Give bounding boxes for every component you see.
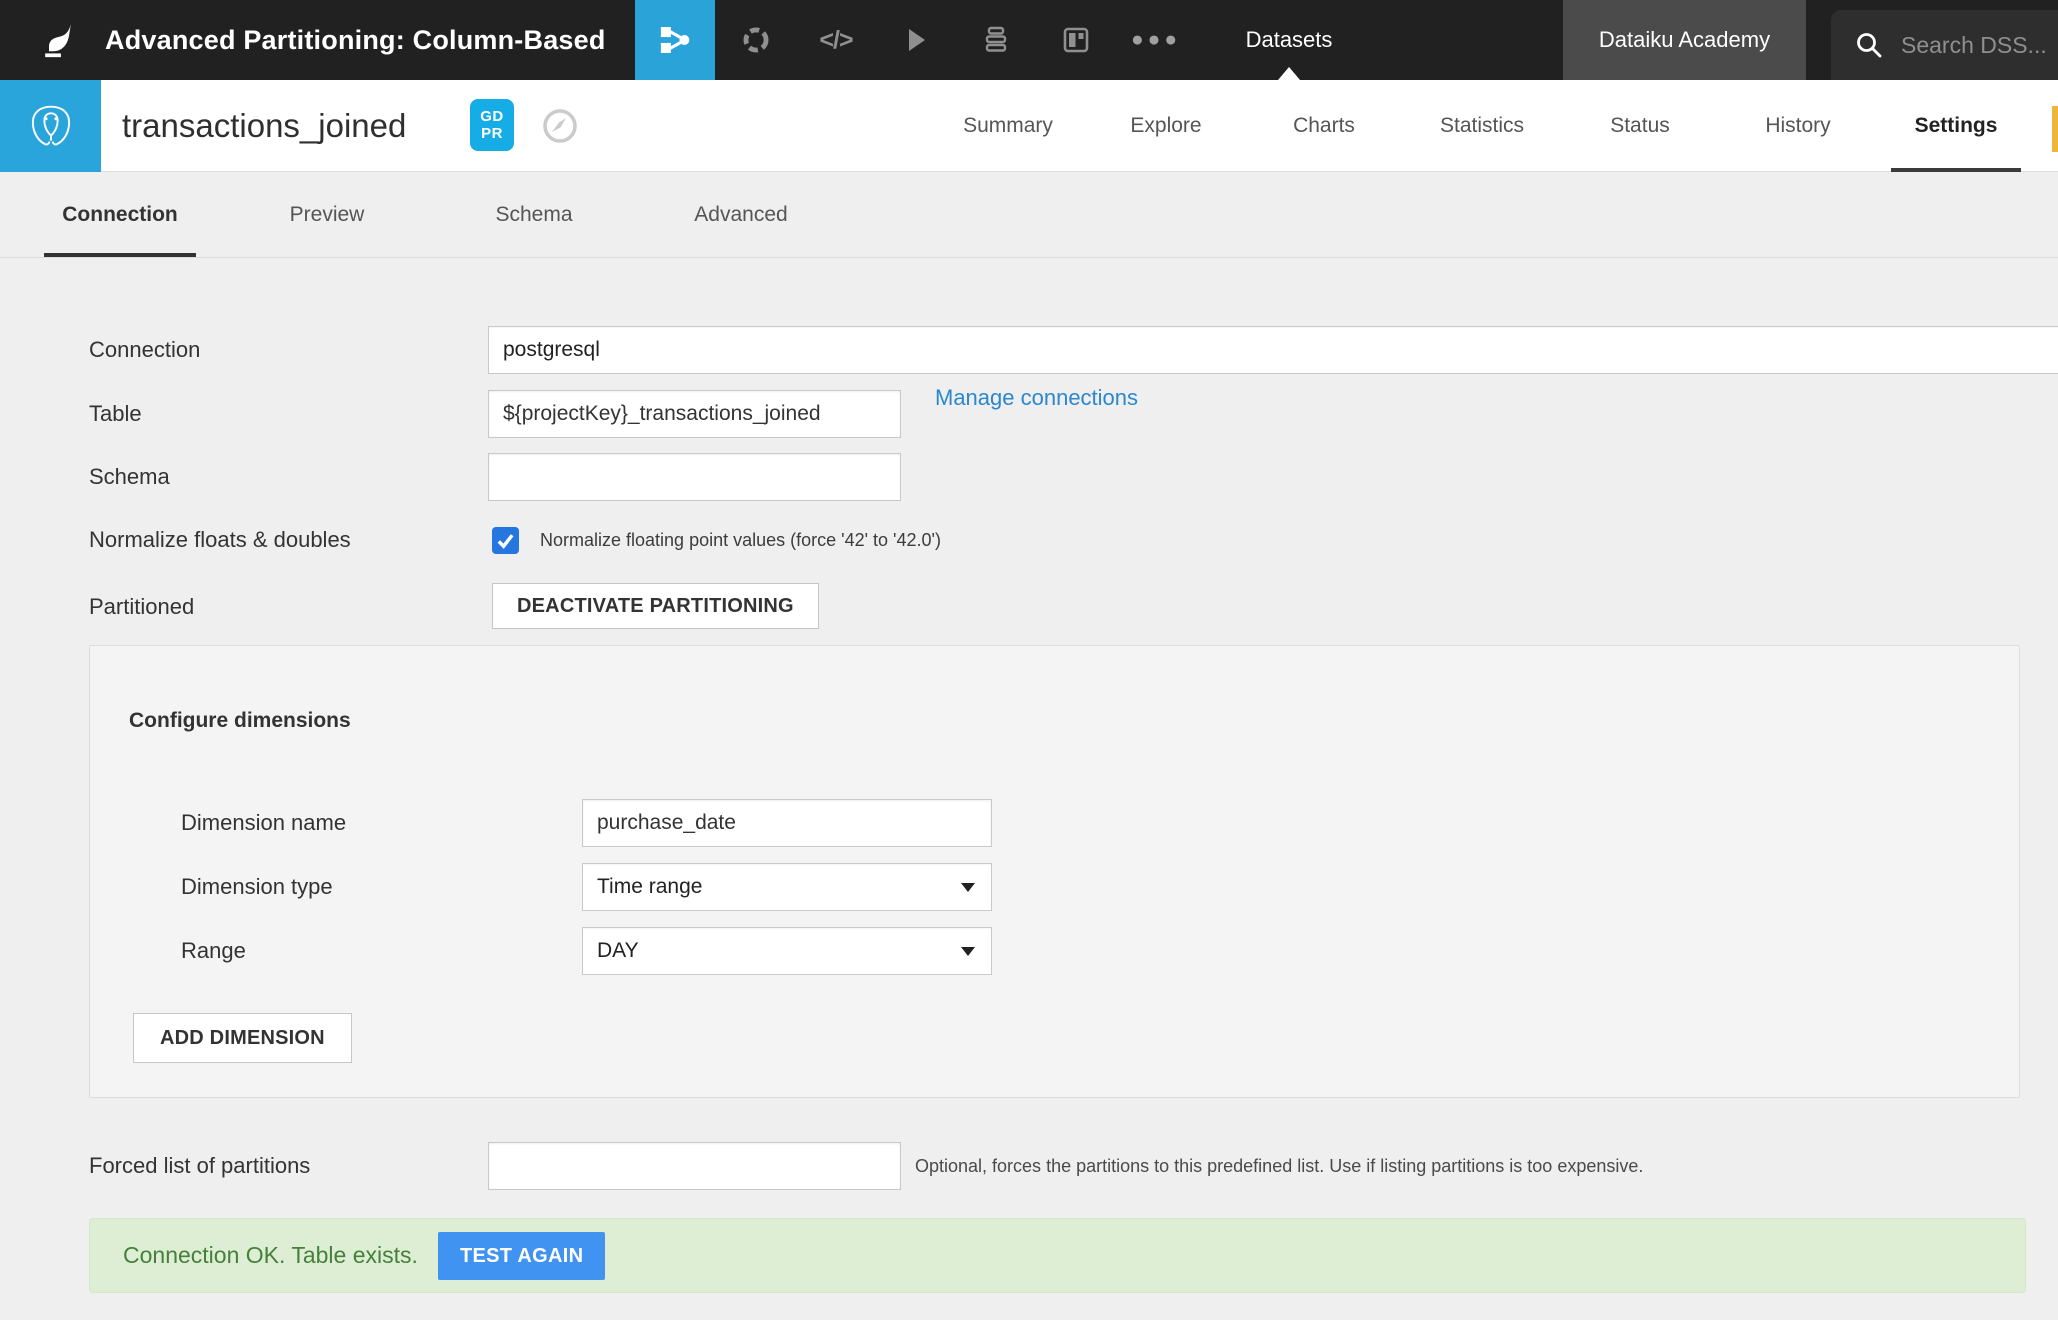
dashboard-icon-button[interactable] [1050, 0, 1102, 80]
normalize-row: Normalize floats & doubles Normalize flo… [0, 516, 2058, 564]
gdpr-badge: GD PR [470, 99, 514, 151]
tab-status[interactable]: Status [1575, 80, 1705, 172]
lab-rotor-icon-button[interactable] [730, 0, 782, 80]
play-icon [909, 29, 925, 51]
connection-settings-panel: Connection postgresql Manage connections… [0, 258, 2058, 1320]
range-label: Range [181, 938, 246, 963]
caret-down-icon [961, 947, 975, 956]
flow-icon [660, 27, 690, 53]
settings-subtabs: Connection Preview Schema Advanced [0, 172, 2058, 258]
navigator-button[interactable] [538, 104, 582, 148]
code-icon: </> [819, 25, 853, 54]
normalize-checkbox-text: Normalize floating point values (force '… [540, 530, 941, 550]
dimension-type-select[interactable]: Time range [582, 863, 992, 911]
tab-history[interactable]: History [1733, 80, 1863, 172]
more-ellipsis-icon-button[interactable]: ●●● [1130, 0, 1182, 80]
code-icon-button[interactable]: </> [810, 0, 862, 80]
tab-charts[interactable]: Charts [1259, 80, 1389, 172]
top-navbar: Advanced Partitioning: Column-Based </> [0, 0, 2058, 80]
forced-partitions-label: Forced list of partitions [89, 1153, 311, 1178]
subtab-connection[interactable]: Connection [44, 172, 196, 257]
connection-label: Connection [89, 337, 201, 362]
forced-partitions-hint: Optional, forces the partitions to this … [915, 1156, 1644, 1176]
normalize-checkbox[interactable] [492, 527, 519, 554]
table-label: Table [89, 401, 142, 426]
flow-icon-button[interactable] [635, 0, 715, 80]
search-input[interactable] [1899, 30, 2053, 60]
dimension-name-label: Dimension name [181, 810, 347, 835]
connection-row: Connection postgresql Manage connections [0, 326, 2058, 410]
dataiku-logo[interactable] [26, 0, 90, 80]
range-select[interactable]: DAY [582, 927, 992, 975]
dashboard-icon [1063, 27, 1089, 53]
navbar-icon-group: </> ●●● [730, 0, 1182, 80]
subtab-schema[interactable]: Schema [458, 172, 610, 257]
jobs-stack-icon-button[interactable] [970, 0, 1022, 80]
connection-status-message: Connection OK. Table exists. [123, 1242, 418, 1268]
connection-status-bar: Connection OK. Table exists. TEST AGAIN [89, 1218, 2026, 1293]
tab-settings[interactable]: Settings [1891, 80, 2021, 172]
tab-explore[interactable]: Explore [1101, 80, 1231, 172]
play-icon-button[interactable] [890, 0, 942, 80]
check-icon [497, 534, 514, 549]
more-ellipsis-icon: ●●● [1130, 28, 1182, 51]
dimension-type-row: Dimension type Time range [90, 863, 2019, 911]
search-icon [1857, 33, 1882, 58]
dataset-type-badge [0, 80, 101, 172]
forced-partitions-row: Forced list of partitions Optional, forc… [0, 1142, 2058, 1190]
partitioned-row: Partitioned DEACTIVATE PARTITIONING [0, 583, 2058, 631]
tab-summary[interactable]: Summary [943, 80, 1073, 172]
configure-dimensions-box: Configure dimensions Dimension name Dime… [89, 645, 2020, 1098]
partitioned-label: Partitioned [89, 594, 195, 619]
dataset-tabs: Summary Explore Charts Statistics Status… [943, 80, 2021, 172]
dataset-header: transactions_joined GD PR Summary Explor… [0, 80, 2058, 172]
dataiku-academy-button[interactable]: Dataiku Academy [1563, 0, 1806, 80]
table-input[interactable] [488, 390, 901, 438]
schema-input[interactable] [488, 453, 901, 501]
deactivate-partitioning-button[interactable]: DEACTIVATE PARTITIONING [492, 583, 819, 629]
bird-icon [45, 24, 71, 58]
table-row: Table [0, 390, 2058, 438]
schema-label: Schema [89, 464, 170, 489]
dataset-title: transactions_joined [122, 107, 407, 144]
test-again-button[interactable]: TEST AGAIN [438, 1232, 606, 1280]
normalize-label: Normalize floats & doubles [89, 527, 351, 552]
search-box[interactable] [1831, 10, 2058, 80]
dimension-name-input[interactable] [582, 799, 992, 847]
lab-rotor-icon [743, 27, 769, 53]
tab-statistics[interactable]: Statistics [1417, 80, 1547, 172]
postgresql-elephant-icon [31, 105, 70, 146]
jobs-stack-icon [985, 26, 1007, 52]
connection-select[interactable]: postgresql [488, 326, 2058, 374]
dimension-name-row: Dimension name [90, 799, 2019, 847]
range-row: Range DAY [90, 927, 2019, 975]
schema-row: Schema [0, 453, 2058, 501]
active-section-notch [1278, 67, 1300, 80]
subtab-preview[interactable]: Preview [251, 172, 403, 257]
dimension-type-label: Dimension type [181, 874, 333, 899]
configure-dimensions-heading: Configure dimensions [129, 709, 351, 732]
subtab-advanced[interactable]: Advanced [665, 172, 817, 257]
caret-down-icon [961, 883, 975, 892]
forced-partitions-input[interactable] [488, 1142, 901, 1190]
add-dimension-button[interactable]: ADD DIMENSION [133, 1013, 352, 1063]
compass-icon [543, 109, 577, 143]
project-title[interactable]: Advanced Partitioning: Column-Based [105, 0, 606, 80]
side-panel-handle[interactable] [2052, 106, 2058, 152]
